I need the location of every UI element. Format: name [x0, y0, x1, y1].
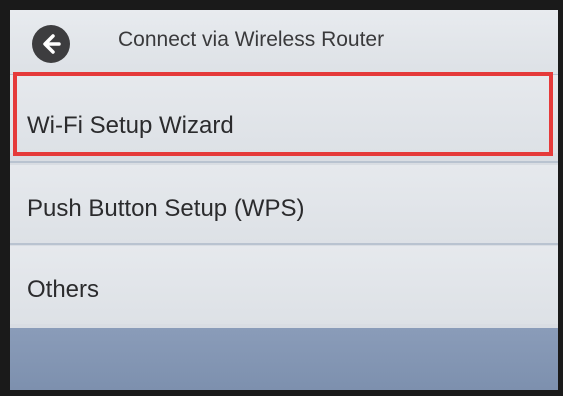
- menu-item-label: Others: [27, 276, 100, 303]
- bottom-bar: [10, 328, 558, 390]
- arrow-left-icon: [38, 31, 64, 57]
- menu-item-label: Wi-Fi Setup Wizard: [27, 112, 234, 139]
- divider: [10, 161, 558, 163]
- screen-header: Connect via Wireless Router: [10, 10, 558, 74]
- push-button-setup-wps-item[interactable]: Push Button Setup (WPS): [10, 165, 558, 243]
- menu-item-label: Push Button Setup (WPS): [27, 195, 305, 222]
- printer-touchscreen: Connect via Wireless Router Wi-Fi Setup …: [10, 10, 558, 390]
- divider: [10, 243, 558, 245]
- others-item[interactable]: Others: [10, 246, 558, 324]
- wifi-setup-wizard-item[interactable]: Wi-Fi Setup Wizard: [10, 75, 558, 153]
- page-title: Connect via Wireless Router: [118, 28, 385, 51]
- back-button[interactable]: [32, 25, 70, 63]
